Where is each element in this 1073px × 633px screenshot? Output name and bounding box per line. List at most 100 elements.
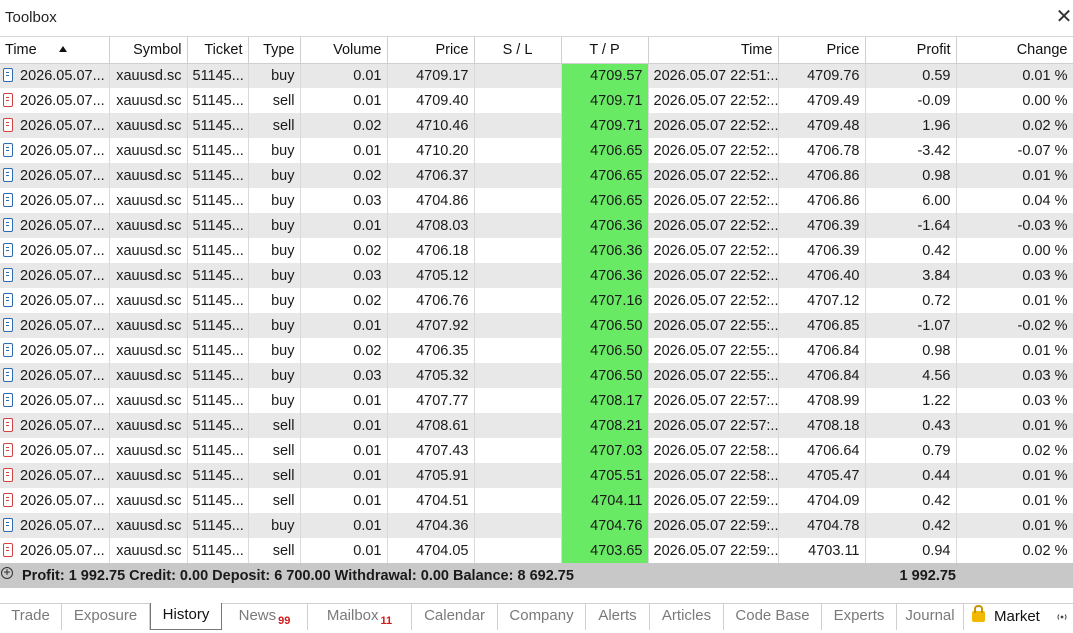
column-header-close-time[interactable]: Time bbox=[648, 37, 779, 64]
cell-close-price: 4706.85 bbox=[778, 313, 866, 338]
tab-trade[interactable]: Trade bbox=[0, 604, 62, 630]
cell-tp: 4708.17 bbox=[561, 388, 649, 413]
table-row[interactable]: 2026.05.07... xauusd.sc 51145... sell 0.01 47… bbox=[0, 488, 1073, 513]
open-time-text: 2026.05.07... bbox=[20, 192, 105, 209]
tab-exposure[interactable]: Exposure bbox=[62, 604, 150, 630]
cell-sl bbox=[474, 338, 562, 363]
table-row[interactable]: 2026.05.07... xauusd.sc 51145... buy 0.02 470… bbox=[0, 288, 1073, 313]
sell-document-icon bbox=[3, 442, 13, 457]
column-header-ticket[interactable]: Ticket bbox=[187, 37, 249, 64]
tab-calendar[interactable]: Calendar bbox=[412, 604, 498, 630]
open-time-text: 2026.05.07... bbox=[20, 492, 105, 509]
cell-price: 4706.18 bbox=[387, 238, 475, 263]
table-row[interactable]: 2026.05.07... xauusd.sc 51145... sell 0.01 47… bbox=[0, 538, 1073, 563]
cell-open-time: 2026.05.07... bbox=[0, 288, 110, 313]
tab-history[interactable]: History bbox=[150, 603, 222, 630]
cell-sl bbox=[474, 388, 562, 413]
table-row[interactable]: 2026.05.07... xauusd.sc 51145... sell 0.01 47… bbox=[0, 438, 1073, 463]
table-row[interactable]: 2026.05.07... xauusd.sc 51145... buy 0.01 471… bbox=[0, 138, 1073, 163]
table-row[interactable]: 2026.05.07... xauusd.sc 51145... buy 0.02 470… bbox=[0, 338, 1073, 363]
table-row[interactable]: 2026.05.07... xauusd.sc 51145... sell 0.01 47… bbox=[0, 413, 1073, 438]
cell-sl bbox=[474, 163, 562, 188]
cell-profit: -3.42 bbox=[865, 138, 957, 163]
cell-ticket: 51145... bbox=[187, 63, 249, 88]
table-row[interactable]: 2026.05.07... xauusd.sc 51145... buy 0.03 470… bbox=[0, 188, 1073, 213]
cell-ticket: 51145... bbox=[187, 288, 249, 313]
cell-close-time: 2026.05.07 22:58:... bbox=[648, 463, 779, 488]
table-row[interactable]: 2026.05.07... xauusd.sc 51145... buy 0.01 470… bbox=[0, 388, 1073, 413]
tab-alerts[interactable]: Alerts bbox=[586, 604, 650, 630]
cell-volume: 0.01 bbox=[300, 463, 388, 488]
cell-volume: 0.03 bbox=[300, 188, 388, 213]
cell-close-time: 2026.05.07 22:52:... bbox=[648, 288, 779, 313]
cell-symbol: xauusd.sc bbox=[109, 238, 188, 263]
tab-experts[interactable]: Experts bbox=[822, 604, 897, 630]
cell-change: -0.07 % bbox=[956, 138, 1073, 163]
table-row[interactable]: 2026.05.07... xauusd.sc 51145... buy 0.03 470… bbox=[0, 263, 1073, 288]
cell-type: sell bbox=[248, 413, 301, 438]
column-header-sl[interactable]: S / L bbox=[474, 37, 562, 64]
tab-label: Experts bbox=[833, 607, 885, 624]
cell-open-time: 2026.05.07... bbox=[0, 338, 110, 363]
tab-articles[interactable]: Articles bbox=[650, 604, 724, 630]
table-row[interactable]: 2026.05.07... xauusd.sc 51145... buy 0.01 470… bbox=[0, 213, 1073, 238]
column-header-close-price[interactable]: Price bbox=[778, 37, 866, 64]
column-header-tp[interactable]: T / P bbox=[561, 37, 649, 64]
cell-symbol: xauusd.sc bbox=[109, 438, 188, 463]
cell-profit: -1.64 bbox=[865, 213, 957, 238]
cell-change: -0.03 % bbox=[956, 213, 1073, 238]
cell-change: 0.04 % bbox=[956, 188, 1073, 213]
cell-sl bbox=[474, 88, 562, 113]
table-row[interactable]: 2026.05.07... xauusd.sc 51145... buy 0.02 470… bbox=[0, 238, 1073, 263]
cell-type: buy bbox=[248, 238, 301, 263]
open-time-text: 2026.05.07... bbox=[20, 317, 105, 334]
table-row[interactable]: 2026.05.07... xauusd.sc 51145... sell 0.02 47… bbox=[0, 113, 1073, 138]
table-row[interactable]: 2026.05.07... xauusd.sc 51145... sell 0.01 47… bbox=[0, 88, 1073, 113]
cell-type: buy bbox=[248, 63, 301, 88]
open-time-text: 2026.05.07... bbox=[20, 367, 105, 384]
table-row[interactable]: 2026.05.07... xauusd.sc 51145... buy 0.01 470… bbox=[0, 63, 1073, 88]
column-header-price[interactable]: Price bbox=[387, 37, 475, 64]
tab-journal[interactable]: Journal bbox=[897, 604, 964, 630]
cell-change: 0.01 % bbox=[956, 288, 1073, 313]
cell-ticket: 51145... bbox=[187, 313, 249, 338]
table-row[interactable]: 2026.05.07... xauusd.sc 51145... sell 0.01 47… bbox=[0, 463, 1073, 488]
cell-tp: 4706.50 bbox=[561, 313, 649, 338]
column-header-type[interactable]: Type bbox=[248, 37, 301, 64]
close-icon[interactable]: ✕ bbox=[1055, 6, 1073, 28]
cell-symbol: xauusd.sc bbox=[109, 338, 188, 363]
table-row[interactable]: 2026.05.07... xauusd.sc 51145... buy 0.02 470… bbox=[0, 163, 1073, 188]
column-header-volume[interactable]: Volume bbox=[300, 37, 388, 64]
cell-symbol: xauusd.sc bbox=[109, 513, 188, 538]
summary-total-profit: 1 992.75 bbox=[899, 568, 956, 584]
cell-type: buy bbox=[248, 363, 301, 388]
table-row[interactable]: 2026.05.07... xauusd.sc 51145... buy 0.01 470… bbox=[0, 313, 1073, 338]
cell-profit: 3.84 bbox=[865, 263, 957, 288]
tab-mailbox[interactable]: Mailbox 11 bbox=[308, 604, 412, 630]
cell-type: buy bbox=[248, 513, 301, 538]
open-time-text: 2026.05.07... bbox=[20, 342, 105, 359]
tab-badge: 11 bbox=[380, 615, 393, 627]
summary-bar: + Profit: 1 992.75 Credit: 0.00 Deposit:… bbox=[0, 563, 1073, 588]
table-row[interactable]: 2026.05.07... xauusd.sc 51145... buy 0.01 470… bbox=[0, 513, 1073, 538]
tab-code-base[interactable]: Code Base bbox=[724, 604, 822, 630]
cell-type: sell bbox=[248, 488, 301, 513]
expand-plus-icon[interactable]: + bbox=[1, 566, 13, 579]
table-body: 2026.05.07... xauusd.sc 51145... buy 0.01 470… bbox=[0, 63, 1073, 563]
table-row[interactable]: 2026.05.07... xauusd.sc 51145... buy 0.03 470… bbox=[0, 363, 1073, 388]
column-header-open-time[interactable]: Time bbox=[0, 37, 110, 64]
tab-label: Journal bbox=[905, 607, 955, 624]
column-header-profit[interactable]: Profit bbox=[865, 37, 957, 64]
tab-label: Alerts bbox=[598, 607, 637, 624]
tab-market[interactable]: Market bbox=[972, 604, 1040, 630]
cell-sl bbox=[474, 113, 562, 138]
buy-document-icon bbox=[3, 142, 13, 157]
cell-close-price: 4706.84 bbox=[778, 338, 866, 363]
column-header-symbol[interactable]: Symbol bbox=[109, 37, 188, 64]
sort-ascending-icon bbox=[58, 45, 67, 52]
cell-open-time: 2026.05.07... bbox=[0, 188, 110, 213]
tab-company[interactable]: Company bbox=[498, 604, 586, 630]
tab-news[interactable]: News 99 bbox=[222, 604, 308, 630]
column-header-change[interactable]: Change bbox=[956, 37, 1073, 64]
cell-open-time: 2026.05.07... bbox=[0, 438, 110, 463]
